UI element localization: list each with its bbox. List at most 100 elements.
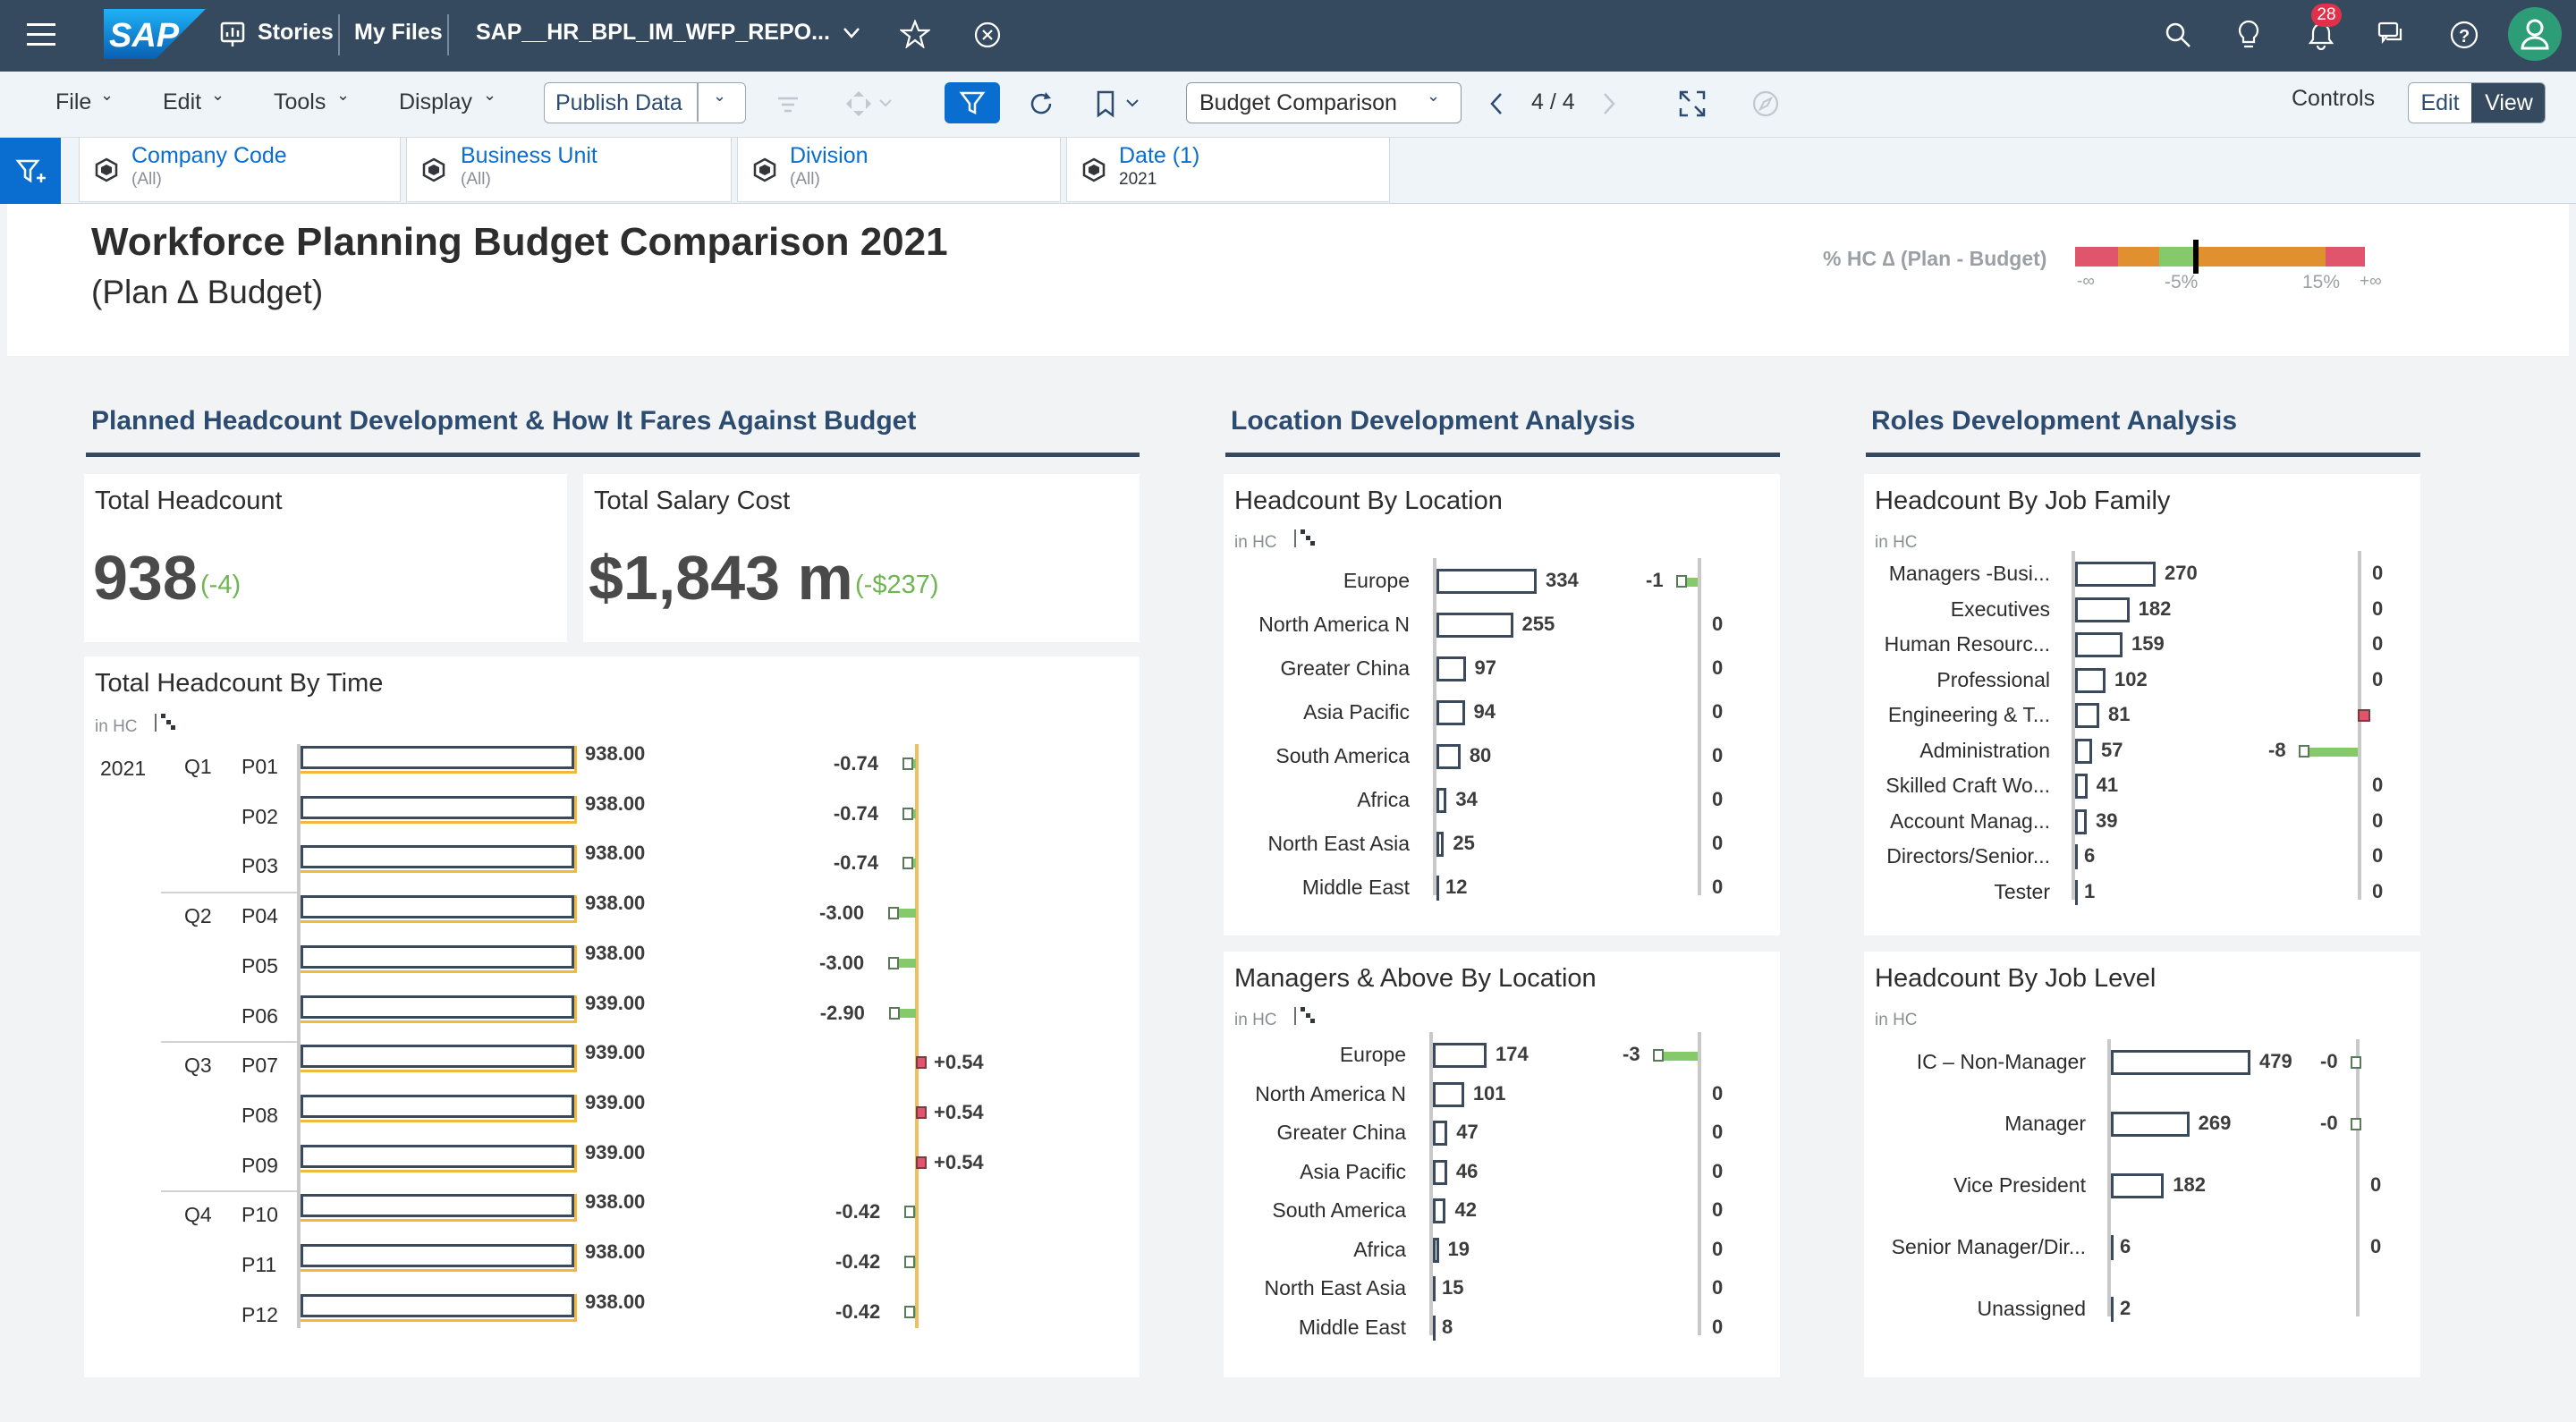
dimension-icon: [1082, 157, 1106, 182]
chart-headcount-by-job-level[interactable]: Headcount By Job Level in HC IC – Non-Ma…: [1864, 952, 2420, 1377]
legend-segment: [2159, 247, 2195, 267]
period-label: P08: [242, 1103, 278, 1127]
filter-icon[interactable]: [945, 82, 1000, 123]
data-label: 12: [1445, 876, 1468, 898]
data-label: 2: [2120, 1297, 2131, 1319]
chevron-left-icon[interactable]: [1488, 91, 1504, 121]
chart-headcount-by-location[interactable]: Headcount By Location in HC Europe 334 -1 N…: [1224, 474, 1780, 935]
chevron-down-icon[interactable]: ⌄: [100, 86, 114, 105]
format-icon[interactable]: [775, 91, 801, 123]
hierarchy-icon[interactable]: [1293, 1003, 1317, 1027]
document-title[interactable]: SAP__HR_BPL_IM_WFP_REPO...: [476, 20, 830, 46]
kpi-total-headcount[interactable]: Total Headcount 938 (-4): [84, 474, 567, 642]
variance-bar: [2358, 709, 2370, 722]
bar: [301, 895, 574, 919]
chevron-down-icon[interactable]: ⌄: [483, 86, 496, 105]
variance-label: 0: [1712, 1159, 1724, 1182]
hierarchy-icon[interactable]: [154, 710, 177, 733]
year-label: 2021: [100, 757, 147, 780]
chart-managers-by-location[interactable]: Managers & Above By Location in HC Europ…: [1224, 952, 1780, 1377]
budget-tick: [574, 1045, 577, 1073]
move-icon[interactable]: [844, 89, 894, 123]
category-label: Africa: [1353, 1237, 1406, 1261]
controls-button[interactable]: Controls: [2292, 86, 2375, 112]
data-label: 938.00: [585, 1190, 646, 1214]
svg-text:SAP: SAP: [109, 17, 180, 55]
budget-tick: [574, 995, 577, 1023]
chevron-down-icon[interactable]: ⌄: [336, 86, 350, 105]
chevron-down-icon[interactable]: ⌄: [1427, 87, 1440, 106]
search-icon[interactable]: [2165, 21, 2191, 53]
data-label: 270: [2165, 562, 2198, 584]
toolbar: File ⌄ Edit ⌄ Tools ⌄ Display ⌄ Publish …: [0, 72, 2576, 138]
sap-logo[interactable]: SAP: [104, 9, 206, 59]
quarter-label: Q4: [184, 1203, 212, 1227]
separator: [697, 83, 699, 122]
star-icon[interactable]: [898, 19, 932, 53]
edit-view-toggle: Edit View: [2408, 82, 2546, 123]
chevron-down-icon[interactable]: ⌄: [211, 86, 225, 105]
legend-segment: [2118, 247, 2159, 267]
page-select[interactable]: Budget Comparison ⌄: [1186, 82, 1462, 123]
variance-axis: [1698, 1032, 1701, 1335]
menu-edit[interactable]: Edit: [163, 89, 201, 115]
lightbulb-icon[interactable]: [2238, 20, 2259, 55]
budget-line: [301, 870, 576, 874]
section-title-location: Location Development Analysis: [1231, 406, 1636, 436]
menu-icon[interactable]: [27, 23, 55, 47]
publish-data-button[interactable]: Publish Data ⌄: [544, 82, 746, 123]
variance-label: 0: [2372, 562, 2384, 584]
category-label: Senior Manager/Dir...: [1891, 1235, 2086, 1258]
refresh-icon[interactable]: [1027, 89, 1055, 123]
variance-axis: [1698, 558, 1701, 895]
filter-date[interactable]: Date (1) 2021: [1066, 138, 1390, 202]
avatar[interactable]: [2508, 7, 2562, 61]
chart-headcount-by-time[interactable]: Total Headcount By Time in HC 2021 Q1 Q2 Q…: [84, 656, 1140, 1377]
data-label: 34: [1455, 788, 1478, 810]
view-button[interactable]: View: [2471, 83, 2545, 123]
menu-display[interactable]: Display: [399, 89, 472, 115]
budget-line: [301, 1169, 576, 1172]
menu-tools[interactable]: Tools: [274, 89, 326, 115]
kpi-total-salary-cost[interactable]: Total Salary Cost $1,843 m (-$237): [583, 474, 1140, 642]
legend-tick: 15%: [2302, 272, 2341, 292]
help-icon[interactable]: ?: [2449, 20, 2479, 55]
filter-division[interactable]: Division (All): [737, 138, 1061, 202]
quarter-divider: [161, 1190, 297, 1192]
chat-icon[interactable]: [2377, 21, 2406, 53]
chevron-down-icon[interactable]: ⌄: [713, 87, 726, 106]
variance-label: +0.54: [934, 1051, 984, 1074]
variance-marker: [2351, 1056, 2361, 1069]
chevron-down-icon[interactable]: [843, 27, 860, 44]
bar: [301, 1244, 574, 1267]
explore-icon[interactable]: [1751, 89, 1780, 123]
variance-bar: [2308, 747, 2358, 757]
nav-my-files[interactable]: My Files: [354, 20, 443, 46]
shell-bar: SAP Stories My Files SAP__HR_BPL_IM_WFP_…: [0, 0, 2576, 72]
variance-label: 0: [1712, 1276, 1724, 1299]
menu-file[interactable]: File: [55, 89, 91, 115]
filter-business-unit[interactable]: Business Unit (All): [406, 138, 732, 202]
bar: [301, 1293, 574, 1317]
category-label: Middle East: [1298, 1315, 1406, 1339]
chart-title: Headcount By Location: [1234, 487, 1503, 515]
bar: [1436, 788, 1447, 813]
filter-company-code[interactable]: Company Code (All): [79, 138, 401, 202]
nav-stories[interactable]: Stories: [258, 20, 334, 46]
fullscreen-icon[interactable]: [1678, 89, 1707, 123]
add-filter-icon[interactable]: [0, 138, 61, 204]
bar: [1433, 1198, 1446, 1223]
bar: [1433, 1121, 1448, 1146]
variance-label: -0: [2320, 1112, 2338, 1134]
variance-marker: [1676, 575, 1687, 588]
edit-button[interactable]: Edit: [2409, 83, 2471, 123]
close-circle-icon[interactable]: [973, 21, 1002, 54]
period-label: P11: [242, 1253, 277, 1276]
bookmark-icon[interactable]: [1095, 89, 1145, 123]
chart-headcount-by-job-family[interactable]: Headcount By Job Family in HC Managers -…: [1864, 474, 2420, 935]
bar: [2111, 1173, 2165, 1198]
hierarchy-icon[interactable]: [1293, 526, 1317, 549]
budget-line: [301, 969, 576, 973]
variance-label: -0.74: [833, 851, 878, 875]
chevron-right-icon[interactable]: [1601, 91, 1617, 121]
